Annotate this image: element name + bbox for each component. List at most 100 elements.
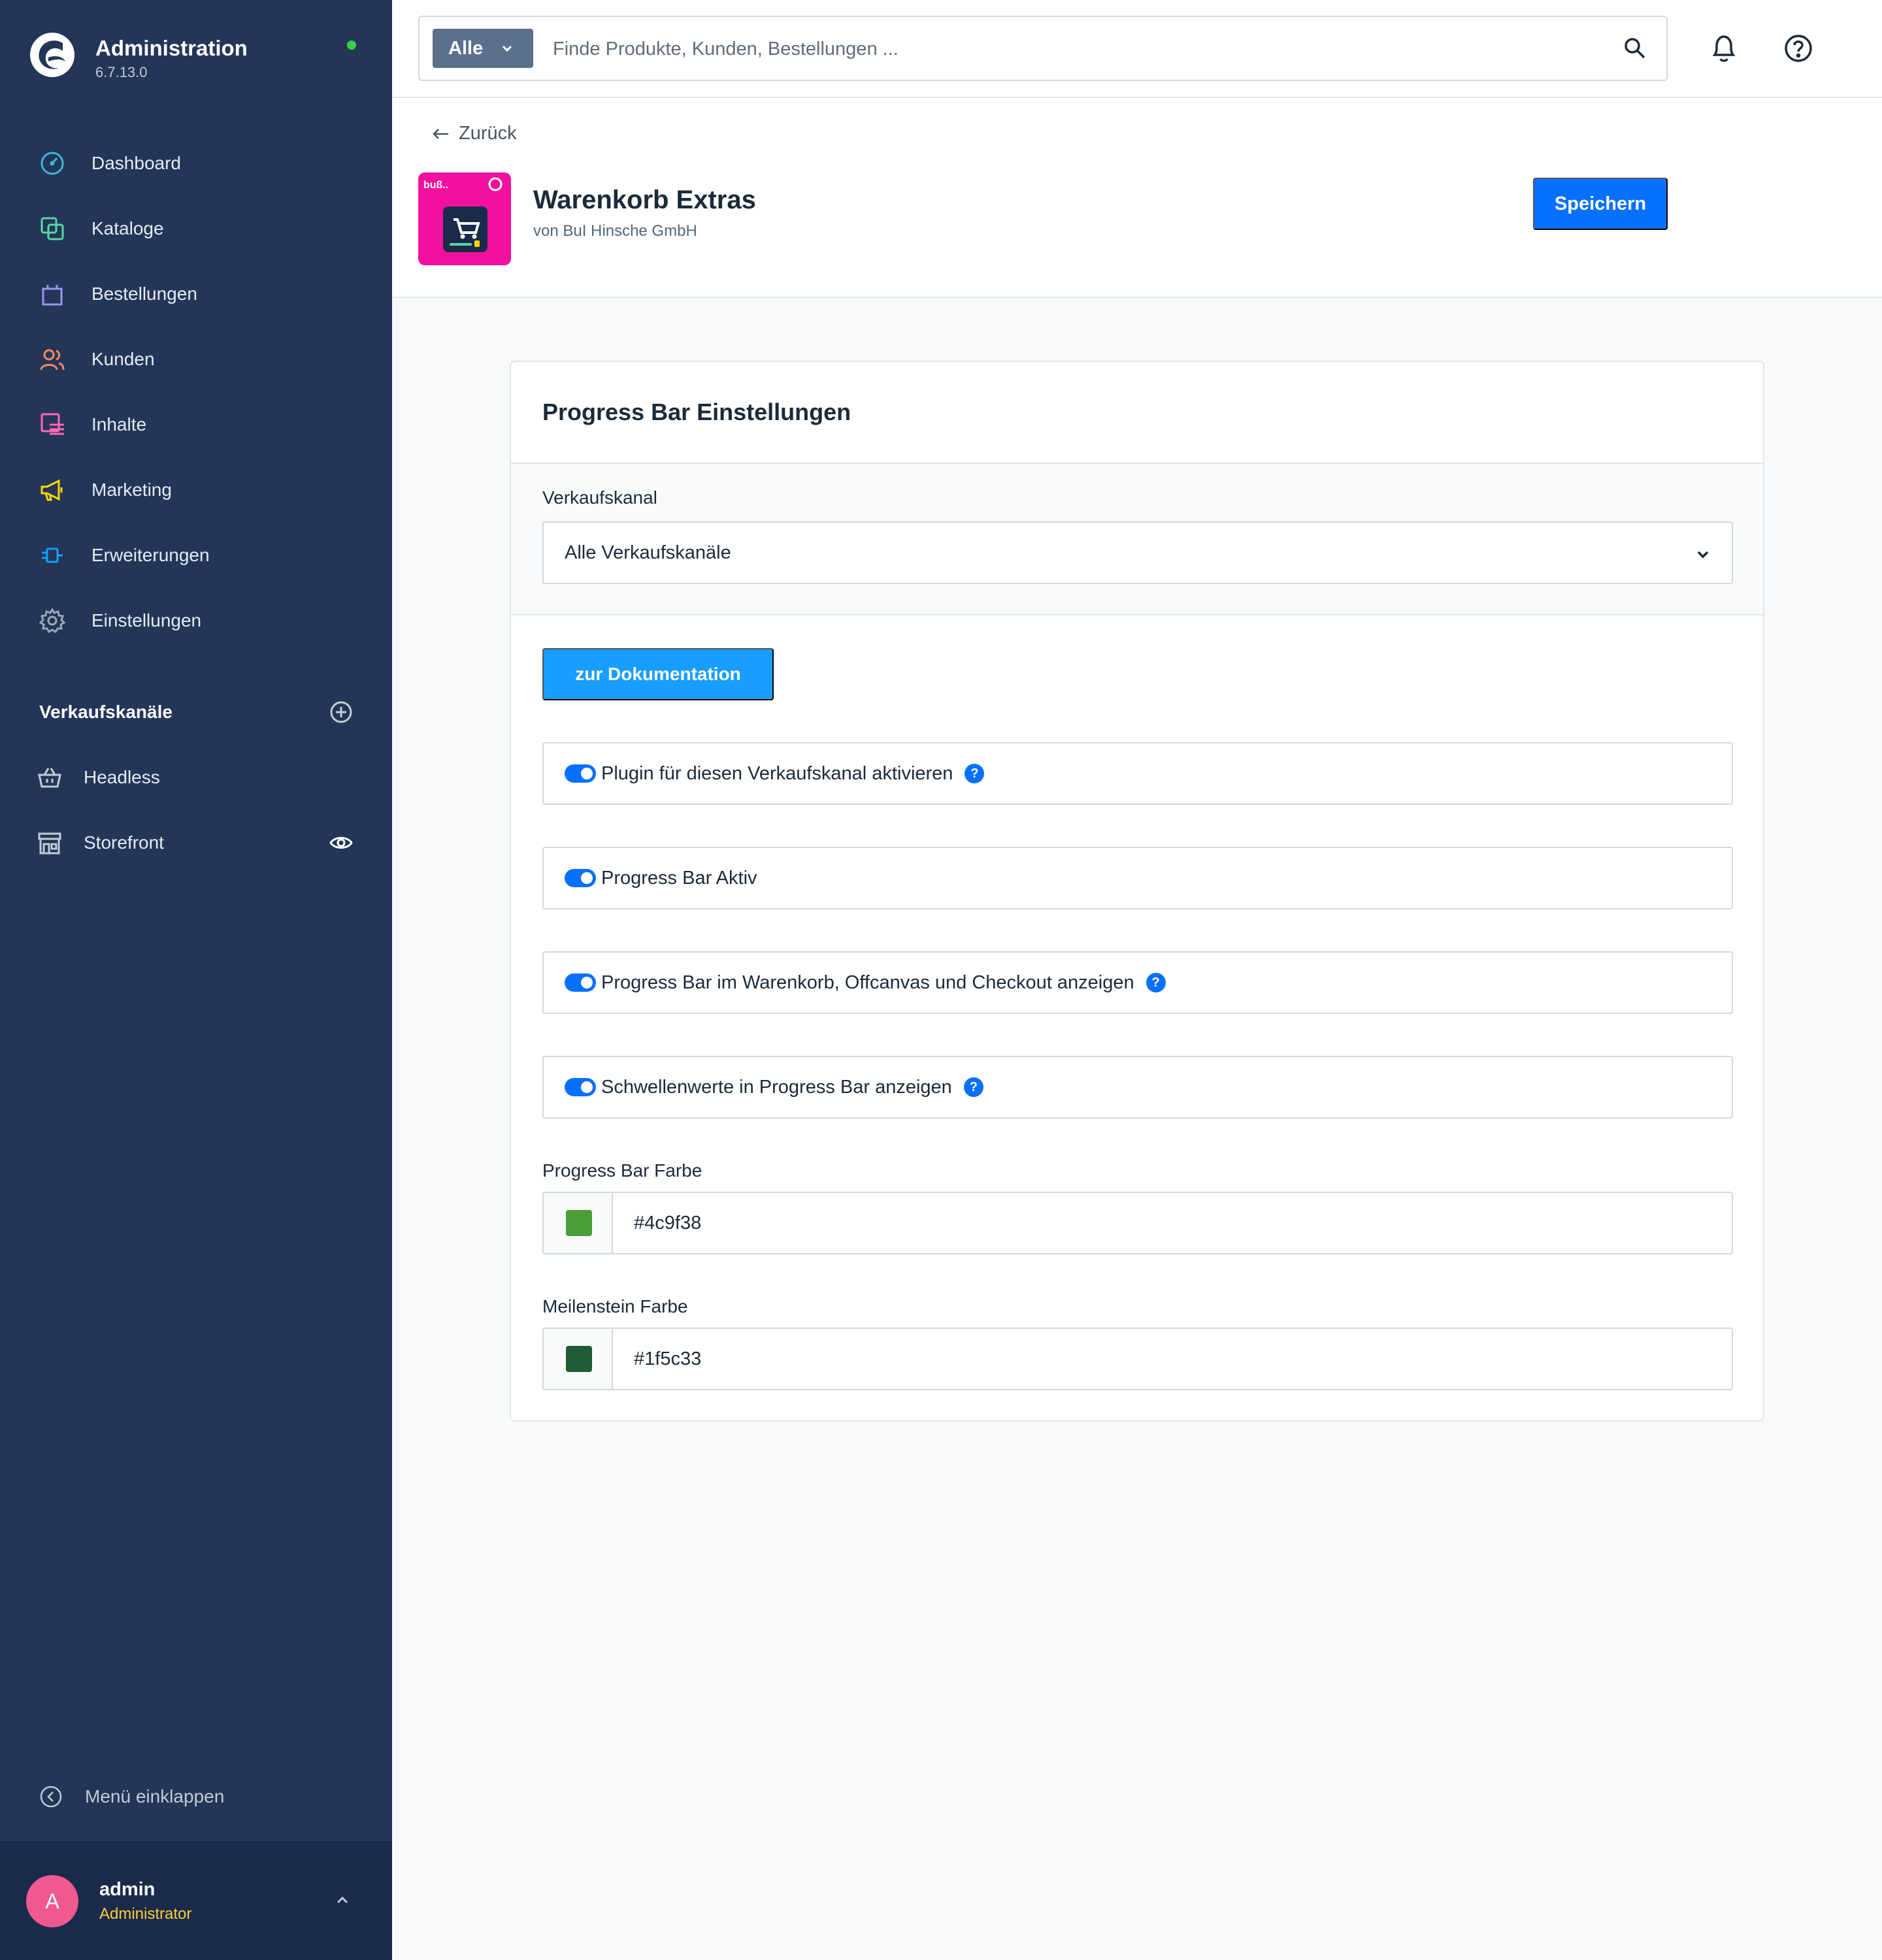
settings-section (511, 615, 1763, 1420)
avatar: A (26, 1875, 78, 1927)
toggle-progress-bar-active[interactable]: Progress Bar Aktiv (542, 847, 1733, 909)
progress-color-label: Progress Bar Farbe (542, 1160, 702, 1181)
customers-icon (37, 344, 68, 375)
add-sales-channel-icon[interactable] (329, 700, 353, 724)
storefront-icon (38, 832, 61, 855)
user-name: admin (99, 1879, 156, 1900)
nav-item-marketing[interactable]: Marketing (0, 457, 392, 523)
toggle-switch[interactable] (565, 869, 596, 887)
basket-icon (38, 768, 61, 788)
toggle-label: Schwellenwerte in Progress Bar anzeigen (601, 1076, 952, 1098)
sales-channel-headless[interactable]: Headless (0, 745, 392, 810)
extensions-icon (37, 540, 68, 571)
user-menu[interactable]: A admin Administrator (0, 1841, 392, 1960)
app-version: 6.7.13.0 (95, 64, 148, 80)
sales-channel-select-value: Alle Verkaufskanäle (565, 542, 731, 563)
sales-channel-storefront[interactable]: Storefront (0, 810, 392, 875)
main-navigation: Dashboard Kataloge Bestellungen Kunden I… (0, 131, 392, 653)
help-icon[interactable]: ? (1146, 973, 1166, 992)
brand: Administration 6.7.13.0 (29, 31, 248, 81)
content-icon (37, 409, 68, 440)
nav-item-content[interactable]: Inhalte (0, 392, 392, 457)
nav-item-catalogs[interactable]: Kataloge (0, 196, 392, 261)
nav-label: Kataloge (91, 218, 164, 238)
collapse-menu-button[interactable]: Menü einklappen (39, 1785, 224, 1808)
nav-label: Erweiterungen (91, 545, 210, 565)
nav-item-dashboard[interactable]: Dashboard (0, 131, 392, 196)
sales-channel-select[interactable]: Alle Verkaufskanäle (542, 521, 1733, 584)
online-status-dot (347, 41, 356, 50)
milestone-color-label: Meilenstein Farbe (542, 1296, 688, 1316)
milestone-color-swatch (566, 1346, 592, 1372)
color-swatch-container[interactable] (544, 1193, 613, 1253)
toggle-show-in-cart[interactable]: Progress Bar im Warenkorb, Offcanvas und… (542, 951, 1733, 1014)
nav-item-settings[interactable]: Einstellungen (0, 588, 392, 653)
toggle-switch[interactable] (565, 1078, 596, 1096)
svg-text:buß..: buß.. (423, 180, 448, 191)
help-icon[interactable]: ? (963, 1077, 983, 1097)
top-bar: Alle (392, 0, 1882, 98)
progress-bar-settings-card: Progress Bar Einstellungen Verkaufskanal… (510, 361, 1764, 1422)
dashboard-icon (37, 148, 68, 179)
save-button[interactable]: Speichern (1533, 178, 1668, 230)
milestone-color-field[interactable]: #1f5c33 (542, 1328, 1733, 1390)
nav-label: Bestellungen (91, 284, 197, 304)
back-link[interactable]: Zurück (431, 123, 517, 144)
sales-channel-field-label: Verkaufskanal (542, 487, 657, 508)
app-title: Administration (95, 36, 248, 60)
notifications-bell-icon[interactable] (1709, 33, 1738, 64)
plugin-vendor: von BuI Hinsche GmbH (533, 222, 697, 240)
nav-item-customers[interactable]: Kunden (0, 327, 392, 392)
toggle-label: Plugin für diesen Verkaufskanal aktivier… (601, 762, 953, 784)
search-icon[interactable] (1623, 37, 1647, 60)
sales-channels-title: Verkaufskanäle (39, 702, 173, 722)
toggle-switch[interactable] (565, 973, 596, 992)
progress-color-swatch (566, 1210, 592, 1236)
nav-item-extensions[interactable]: Erweiterungen (0, 523, 392, 588)
toggle-label: Progress Bar Aktiv (601, 867, 757, 889)
global-search: Alle (418, 16, 1668, 81)
back-label: Zurück (459, 123, 517, 144)
progress-color-field[interactable]: #4c9f38 (542, 1192, 1733, 1254)
catalog-icon (37, 213, 68, 244)
help-icon[interactable] (1783, 33, 1814, 64)
plugin-title: Warenkorb Extras (533, 186, 756, 214)
nav-label: Kunden (91, 349, 155, 369)
milestone-color-value: #1f5c33 (634, 1348, 702, 1369)
nav-label: Dashboard (91, 153, 181, 173)
sales-channel-list: Headless Storefront (0, 745, 392, 875)
toggle-show-thresholds[interactable]: Schwellenwerte in Progress Bar anzeigen … (542, 1056, 1733, 1119)
chevron-up-icon[interactable] (333, 1891, 352, 1909)
page-header: Zurück buß.. Warenkorb Extras von BuI Hi… (392, 98, 1882, 298)
documentation-button[interactable]: zur Dokumentation (542, 648, 774, 700)
nav-item-orders[interactable]: Bestellungen (0, 261, 392, 327)
nav-label: Einstellungen (91, 610, 202, 630)
sales-channel-label: Headless (84, 767, 160, 787)
search-input[interactable] (553, 31, 1598, 67)
sidebar: Administration 6.7.13.0 Dashboard Katalo… (0, 0, 392, 1960)
nav-label: Inhalte (91, 414, 147, 434)
plugin-icon: buß.. (418, 172, 511, 265)
color-swatch-container[interactable] (544, 1329, 613, 1389)
shopping-cart-icon: buß.. (423, 177, 503, 252)
nav-label: Marketing (91, 480, 172, 500)
orders-icon (37, 278, 68, 310)
toggle-switch[interactable] (565, 764, 596, 783)
sales-channels-header: Verkaufskanäle (39, 700, 353, 724)
chevron-down-icon (1697, 551, 1709, 559)
toggle-label: Progress Bar im Warenkorb, Offcanvas und… (601, 972, 1134, 993)
sales-channel-label: Storefront (84, 832, 164, 853)
chevron-left-circle-icon (40, 1786, 62, 1808)
card-title: Progress Bar Einstellungen (542, 399, 851, 425)
marketing-icon (37, 474, 68, 506)
search-type-dropdown[interactable]: Alle (433, 29, 533, 68)
arrow-left-icon (433, 128, 448, 139)
search-type-label: Alle (448, 37, 484, 59)
eye-icon[interactable] (329, 832, 353, 853)
chevron-down-icon (502, 45, 512, 52)
progress-color-value: #4c9f38 (634, 1213, 702, 1233)
user-role: Administrator (99, 1905, 192, 1923)
shopware-logo-icon (30, 33, 74, 77)
toggle-plugin-active[interactable]: Plugin für diesen Verkaufskanal aktivier… (542, 742, 1733, 805)
help-icon[interactable]: ? (965, 764, 985, 783)
